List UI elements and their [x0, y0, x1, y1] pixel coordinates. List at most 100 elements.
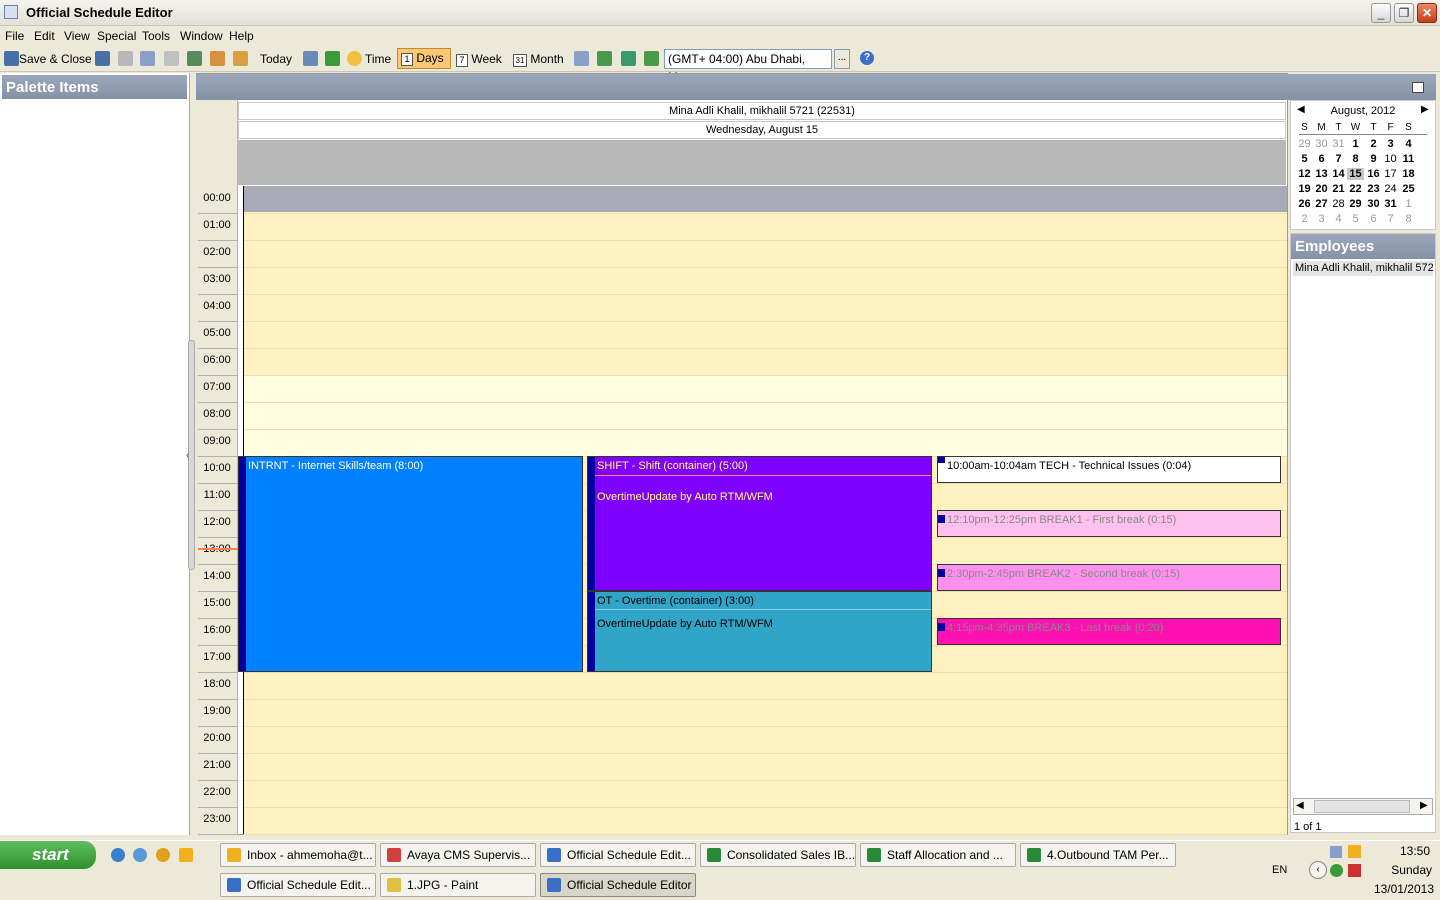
today-button[interactable]: Today — [260, 50, 292, 68]
calendar-day[interactable]: 20 — [1313, 183, 1330, 195]
calendar-day[interactable]: 4 — [1330, 213, 1347, 225]
calendar-day[interactable]: 17 — [1382, 168, 1399, 180]
help-icon[interactable]: ? — [860, 51, 874, 65]
close-button[interactable]: ✕ — [1417, 3, 1437, 23]
outlook-express-icon[interactable] — [133, 848, 147, 862]
calendar-day[interactable]: 8 — [1347, 153, 1364, 165]
days-view-button[interactable]: 1 Days — [397, 48, 451, 69]
menu-view[interactable]: View — [64, 29, 90, 43]
menu-tools[interactable]: Tools — [142, 29, 170, 43]
calendar-day[interactable]: 6 — [1313, 153, 1330, 165]
export-icon[interactable] — [597, 51, 612, 66]
clock-time[interactable]: 13:50 — [1370, 844, 1430, 858]
task-staff-allocation[interactable]: Staff Allocation and ... — [860, 843, 1016, 867]
people-icon[interactable] — [210, 51, 225, 66]
app-icon[interactable] — [4, 5, 18, 19]
menu-file[interactable]: File — [5, 29, 24, 43]
calendar-day[interactable]: 22 — [1347, 183, 1364, 195]
event-intrnt[interactable]: INTRNT - Internet Skills/team (8:00) — [238, 456, 583, 672]
language-indicator[interactable]: EN — [1272, 864, 1287, 876]
scroll-left-icon[interactable]: ◀ — [1296, 800, 1304, 811]
task-schedule-editor[interactable]: Official Schedule Edit... — [540, 843, 696, 867]
calendar-day[interactable]: 7 — [1330, 153, 1347, 165]
calendar-day[interactable]: 16 — [1365, 168, 1382, 180]
calendar-day[interactable]: 19 — [1296, 183, 1313, 195]
calendar-day[interactable]: 25 — [1400, 183, 1417, 195]
calendar-day[interactable]: 2 — [1365, 138, 1382, 150]
calendar-day[interactable]: 3 — [1382, 138, 1399, 150]
menu-help[interactable]: Help — [229, 29, 254, 43]
task-schedule-editor-2[interactable]: Official Schedule Edit... — [220, 873, 376, 897]
calendar-day[interactable]: 30 — [1365, 198, 1382, 210]
redo-arrow-icon[interactable] — [325, 51, 340, 66]
calendar-day[interactable]: 12 — [1296, 168, 1313, 180]
calendar-day[interactable]: 2 — [1296, 213, 1313, 225]
calendar-day[interactable]: 6 — [1365, 213, 1382, 225]
calendar-day[interactable]: 5 — [1296, 153, 1313, 165]
calendar-day[interactable]: 24 — [1382, 183, 1399, 195]
task-inbox[interactable]: Inbox - ahmemoha@t... — [220, 843, 376, 867]
find-icon[interactable] — [303, 51, 318, 66]
calendar-day[interactable]: 27 — [1313, 198, 1330, 210]
event-shift[interactable]: SHIFT - Shift (container) (5:00) Overtim… — [587, 456, 932, 591]
save-close-button[interactable]: Save & Close — [19, 50, 92, 68]
minimize-button[interactable]: _ — [1371, 3, 1391, 23]
start-button[interactable]: start — [0, 841, 96, 869]
ie-icon[interactable] — [111, 848, 125, 862]
media-player-icon[interactable] — [156, 848, 170, 862]
calendar-day[interactable]: 11 — [1400, 153, 1417, 165]
calendar-day[interactable]: 29 — [1296, 138, 1313, 150]
calendar-day[interactable]: 29 — [1347, 198, 1364, 210]
task-avaya[interactable]: Avaya CMS Supervis... — [380, 843, 536, 867]
timezone-field[interactable]: (GMT+ 04:00) Abu Dhabi, Muscat — [664, 49, 832, 84]
menu-special[interactable]: Special — [97, 29, 136, 43]
task-paint[interactable]: 1.JPG - Paint — [380, 873, 536, 897]
calendar-day[interactable]: 30 — [1313, 138, 1330, 150]
layout-icon[interactable] — [574, 51, 589, 66]
scroll-right-icon[interactable]: ▶ — [1420, 800, 1428, 811]
tray-alert-icon[interactable] — [1348, 864, 1361, 877]
refresh-icon[interactable] — [621, 51, 636, 66]
calendar-day[interactable]: 7 — [1382, 213, 1399, 225]
calendar-day[interactable]: 21 — [1330, 183, 1347, 195]
event-break2[interactable]: 2:30pm-2:45pm BREAK2 - Second break (0:1… — [937, 564, 1281, 591]
calendar-day[interactable]: 14 — [1330, 168, 1347, 180]
menu-edit[interactable]: Edit — [34, 29, 55, 43]
calendar-day[interactable]: 1 — [1400, 198, 1417, 210]
event-overtime[interactable]: OT - Overtime (container) (3:00) Overtim… — [587, 591, 932, 672]
calendar-day[interactable]: 1 — [1347, 138, 1364, 150]
scroll-thumb[interactable] — [1314, 800, 1410, 813]
event-tech[interactable]: 10:00am-10:04am TECH - Technical Issues … — [937, 456, 1281, 483]
task-consolidated-sales[interactable]: Consolidated Sales IB... — [700, 843, 856, 867]
tray-network-icon[interactable] — [1330, 846, 1342, 858]
next-month-button[interactable]: ▶ — [1421, 104, 1429, 115]
calendar-day[interactable]: 10 — [1382, 153, 1399, 165]
employees-scrollbar[interactable]: ◀ ▶ — [1293, 798, 1433, 815]
save-disk-icon[interactable] — [95, 51, 110, 66]
calendar-day[interactable]: 28 — [1330, 198, 1347, 210]
outlook-icon[interactable] — [179, 848, 193, 862]
calendar-day[interactable]: 15 — [1347, 168, 1364, 180]
filter-icon[interactable] — [187, 51, 202, 66]
undo-icon[interactable] — [118, 51, 133, 66]
week-view-button[interactable]: 7 Week — [456, 50, 502, 68]
task-outbound-tam[interactable]: 4.Outbound TAM Per... — [1020, 843, 1176, 867]
timezone-browse-button[interactable]: ... — [834, 49, 850, 69]
split-icon[interactable] — [140, 51, 155, 66]
event-break3[interactable]: 4:15pm-4:35pm BREAK3 - Last break (0:20) — [937, 618, 1281, 645]
calendar-day[interactable]: 3 — [1313, 213, 1330, 225]
task-schedule-editor-active[interactable]: Official Schedule Editor — [540, 873, 696, 897]
maximize-button[interactable]: ❐ — [1394, 3, 1414, 23]
event-break1[interactable]: 12:10pm-12:25pm BREAK1 - First break (0:… — [937, 510, 1281, 537]
calendar-day[interactable]: 8 — [1400, 213, 1417, 225]
options-icon[interactable] — [1412, 82, 1424, 93]
calendar-day[interactable]: 13 — [1313, 168, 1330, 180]
tray-expand-icon[interactable]: ‹ — [1309, 861, 1327, 879]
delete-icon[interactable] — [164, 51, 179, 66]
tray-security-icon[interactable] — [1330, 864, 1343, 877]
employee-list-item[interactable]: Mina Adli Khalil, mikhalil 5721 — [1293, 261, 1433, 276]
all-day-area[interactable] — [238, 140, 1286, 185]
calendar-day[interactable]: 5 — [1347, 213, 1364, 225]
tray-outlook-icon[interactable] — [1348, 845, 1361, 858]
calendar-day[interactable]: 4 — [1400, 138, 1417, 150]
